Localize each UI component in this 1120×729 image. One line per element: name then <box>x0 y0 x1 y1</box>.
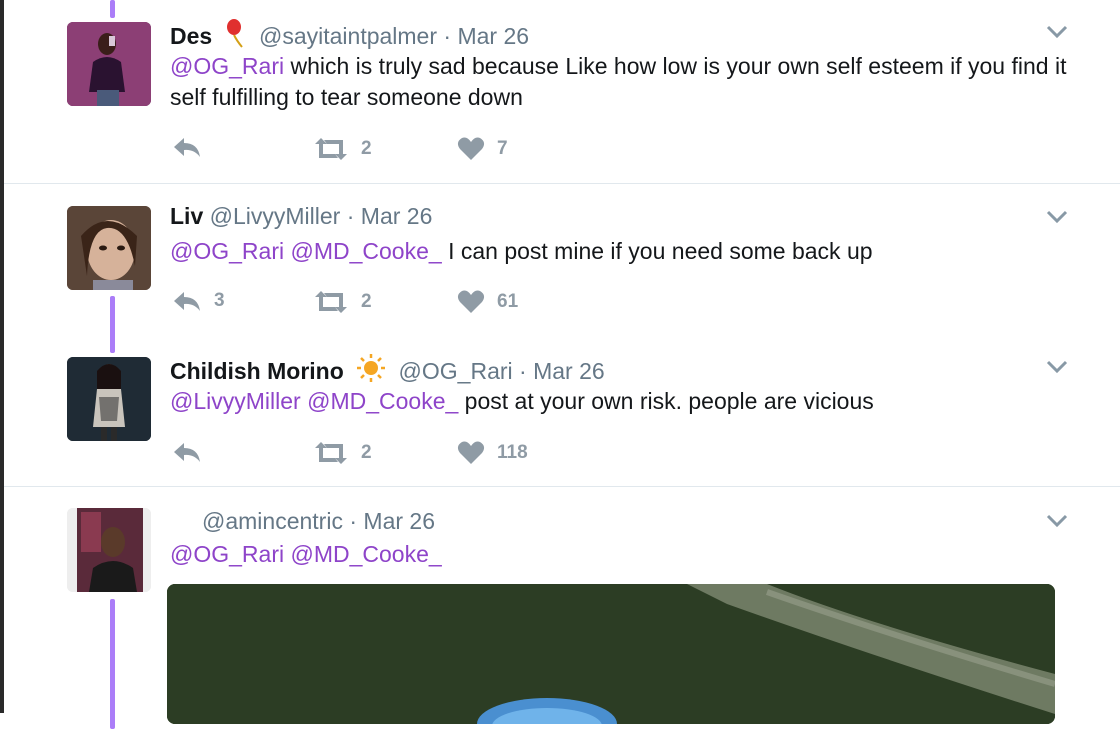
tweet-thread: Liv @LivyyMiller · Mar 26 @OG_Rari @MD_C… <box>4 183 1120 486</box>
tweet: Des @sayitaintpalmer · Mar 26 @OG_Rari w… <box>4 0 1120 183</box>
user-handle[interactable]: @OG_Rari <box>399 358 513 384</box>
reply-button[interactable] <box>172 135 214 159</box>
reply-icon <box>174 138 200 157</box>
separator-dot: · <box>519 358 527 384</box>
balloon-icon <box>225 18 247 54</box>
tweet-text: @OG_Rari @MD_Cooke_ I can post mine if y… <box>170 236 1070 267</box>
chevron-down-icon[interactable] <box>1046 514 1068 528</box>
tweet-body: post at your own risk. people are viciou… <box>464 388 874 414</box>
tweet-text: @OG_Rari @MD_Cooke_ <box>170 539 1070 570</box>
like-button[interactable]: 118 <box>457 441 528 465</box>
chevron-down-icon[interactable] <box>1046 25 1068 39</box>
sun-icon <box>356 353 386 389</box>
tweet-text: @LivyyMiller @MD_Cooke_ post at your own… <box>170 386 1070 417</box>
user-handle[interactable]: @sayitaintpalmer <box>259 23 437 49</box>
tweet-date[interactable]: Mar 26 <box>361 203 433 229</box>
like-count: 61 <box>497 291 519 312</box>
thread-line <box>110 599 115 729</box>
thread-line <box>110 0 115 18</box>
heart-icon <box>457 137 485 160</box>
retweet-count: 2 <box>361 442 372 463</box>
reply-icon <box>174 292 200 311</box>
tweet-header: @amincentric · Mar 26 <box>202 508 435 535</box>
mention-link[interactable]: @OG_Rari <box>170 541 284 567</box>
like-button[interactable]: 61 <box>457 290 518 314</box>
retweet-count: 2 <box>361 138 372 159</box>
tweet-date[interactable]: Mar 26 <box>363 508 435 534</box>
separator-dot: · <box>346 203 355 229</box>
chevron-down-icon[interactable] <box>1046 210 1068 224</box>
tweet-date[interactable]: Mar 26 <box>457 23 529 49</box>
reply-button[interactable] <box>172 440 214 464</box>
retweet-button[interactable]: 2 <box>313 441 372 465</box>
tweet-body: I can post mine if you need some back up <box>448 238 873 264</box>
tweet-body: which is truly sad because Like how low … <box>170 53 1067 110</box>
heart-icon <box>457 290 485 313</box>
user-handle[interactable]: @LivyyMiller <box>210 203 341 229</box>
mention-link[interactable]: @MD_Cooke_ <box>307 388 458 414</box>
reply-icon <box>174 443 200 462</box>
avatar[interactable] <box>67 22 151 106</box>
tweet-header: Childish Morino @OG_Rari · Mar 26 <box>170 353 605 389</box>
avatar-photo <box>67 206 151 290</box>
avatar[interactable] <box>67 206 151 290</box>
media-photo <box>167 584 1055 724</box>
like-count: 7 <box>497 138 508 159</box>
reply-button[interactable]: 3 <box>172 289 225 313</box>
mention-link[interactable]: @MD_Cooke_ <box>290 238 441 264</box>
mention-link[interactable]: @OG_Rari <box>170 238 284 264</box>
display-name[interactable]: Childish Morino <box>170 358 344 384</box>
chevron-down-icon[interactable] <box>1046 360 1068 374</box>
display-name[interactable]: Des <box>170 23 212 49</box>
display-name[interactable]: Liv <box>170 203 203 229</box>
retweet-icon <box>315 291 347 313</box>
media-image-preview[interactable] <box>167 584 1055 724</box>
retweet-count: 2 <box>361 291 372 312</box>
thread-line <box>110 296 115 353</box>
heart-icon <box>457 441 485 464</box>
tweet-header: Liv @LivyyMiller · Mar 26 <box>170 203 432 230</box>
mention-link[interactable]: @LivyyMiller <box>170 388 301 414</box>
mention-link[interactable]: @MD_Cooke_ <box>290 541 441 567</box>
like-count: 118 <box>497 442 528 463</box>
avatar-photo <box>67 22 151 106</box>
tweet-text: @OG_Rari which is truly sad because Like… <box>170 51 1070 113</box>
avatar[interactable] <box>67 508 151 592</box>
user-handle[interactable]: @amincentric <box>202 508 343 534</box>
avatar-photo <box>67 508 151 592</box>
separator-dot: · <box>349 508 358 534</box>
reply-count: 3 <box>214 290 225 311</box>
retweet-icon <box>315 138 347 160</box>
retweet-button[interactable]: 2 <box>313 290 372 314</box>
mention-link[interactable]: @OG_Rari <box>170 53 284 79</box>
avatar[interactable] <box>67 357 151 441</box>
retweet-button[interactable]: 2 <box>313 137 372 161</box>
tweet-header: Des @sayitaintpalmer · Mar 26 <box>170 18 529 54</box>
like-button[interactable]: 7 <box>457 137 508 161</box>
retweet-icon <box>315 442 347 464</box>
avatar-photo <box>67 357 151 441</box>
tweet-date[interactable]: Mar 26 <box>533 358 605 384</box>
separator-dot: · <box>443 23 452 49</box>
